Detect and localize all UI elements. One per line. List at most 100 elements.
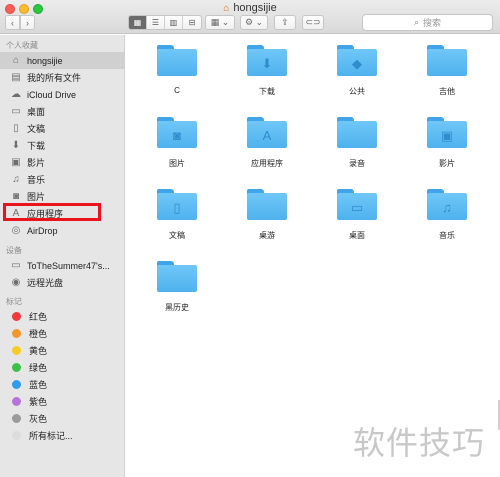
search-icon: ⌕ <box>413 17 420 27</box>
sidebar-item-label: 所有标记... <box>29 431 73 441</box>
tag-color-dot-icon <box>12 329 21 338</box>
folder-item[interactable]: ▣ 影片 <box>406 117 488 169</box>
search-input[interactable]: ⌕ 搜索 <box>362 14 493 31</box>
action-button[interactable]: ⚙ ⌄ <box>240 15 268 30</box>
folder-item[interactable]: 录音 <box>316 117 398 169</box>
folder-item[interactable]: ▯ 文稿 <box>136 189 218 241</box>
folder-icon: ⬇ <box>247 45 287 76</box>
folder-badge-icon: ⬇ <box>261 55 273 71</box>
sidebar-item-0-favorites[interactable]: ⌂ hongsijie <box>0 52 124 69</box>
camera-icon: ◙ <box>12 191 20 202</box>
folder-icon: ◆ <box>337 45 377 76</box>
coverflow-view-button[interactable]: ⊟ <box>183 16 201 29</box>
folder-name: 公共 <box>349 87 365 96</box>
cloud-icon: ☁ <box>11 89 21 100</box>
movies-icon: ▣ <box>11 157 21 168</box>
sidebar-item-label: iCloud Drive <box>27 89 77 100</box>
window-title: ⌂ hongsijie <box>0 2 500 14</box>
sidebar-tag-5[interactable]: 紫色 <box>0 393 124 410</box>
tag-color-dot-icon <box>12 380 21 389</box>
folder-badge-icon: ▯ <box>173 199 181 215</box>
forward-button[interactable]: › <box>20 15 35 30</box>
sidebar-item-2-favorites[interactable]: ☁ iCloud Drive <box>0 86 124 103</box>
search-placeholder: 搜索 <box>423 18 442 28</box>
gear-icon: ⚙ ⌄ <box>244 17 264 27</box>
back-button[interactable]: ‹ <box>5 15 20 30</box>
folder-name: 吉他 <box>439 87 455 96</box>
all-files-icon: ▤ <box>11 72 21 83</box>
folder-name: 黑历史 <box>165 303 189 312</box>
toolbar: ⌂ hongsijie ‹ › ▦ ☰ ▥ ⊟ ▦ ⌄ ⚙ ⌄ ⇪ ⊂⊃ ⌕ 搜索 <box>0 0 500 34</box>
folder-item[interactable]: ◙ 图片 <box>136 117 218 169</box>
tag-color-dot-icon <box>12 431 21 440</box>
home-icon: ⌂ <box>12 55 20 66</box>
favorites-header: 个人收藏 <box>6 41 38 50</box>
folder-badge-icon <box>157 51 197 76</box>
folder-item[interactable]: ⬇ 下载 <box>226 45 308 97</box>
sidebar-tag-2[interactable]: 黄色 <box>0 342 124 359</box>
sidebar-tag-1[interactable]: 橙色 <box>0 325 124 342</box>
sidebar-tag-3[interactable]: 绿色 <box>0 359 124 376</box>
folder-badge-icon: A <box>262 128 272 143</box>
arrange-icon: ▦ ⌄ <box>210 17 230 27</box>
finder-window: ⌂ hongsijie ‹ › ▦ ☰ ▥ ⊟ ▦ ⌄ ⚙ ⌄ ⇪ ⊂⊃ ⌕ 搜索 … <box>0 0 500 477</box>
icon-view-button[interactable]: ▦ <box>129 16 147 29</box>
sidebar-item-4-favorites[interactable]: ▯ 文稿 <box>0 120 124 137</box>
folder-badge-icon: ♫ <box>442 200 452 215</box>
folder-name: 桌面 <box>349 231 365 240</box>
sidebar-item-3-favorites[interactable]: ▭ 桌面 <box>0 103 124 120</box>
folder-item[interactable]: C <box>136 45 218 95</box>
folder-icon: ▣ <box>427 117 467 148</box>
sidebar-item-5-favorites[interactable]: ⬇ 下载 <box>0 137 124 154</box>
folder-item[interactable]: ▭ 桌面 <box>316 189 398 241</box>
sidebar-item-0-devices[interactable]: ▭ ToTheSummer47's... <box>0 257 124 274</box>
sidebar-item-label: 远程光盘 <box>27 278 64 288</box>
music-icon: ♫ <box>12 174 20 185</box>
arrange-button[interactable]: ▦ ⌄ <box>205 15 235 30</box>
folder-badge-icon: ▭ <box>350 199 364 215</box>
share-button[interactable]: ⇪ <box>274 15 296 30</box>
sidebar-item-label: 黄色 <box>29 346 48 356</box>
folder-item[interactable]: ♫ 音乐 <box>406 189 488 241</box>
folder-item[interactable]: 吉他 <box>406 45 488 97</box>
sidebar-tag-6[interactable]: 灰色 <box>0 410 124 427</box>
folder-name: 图片 <box>169 159 185 168</box>
sidebar-item-6-favorites[interactable]: ▣ 影片 <box>0 154 124 171</box>
folder-icon <box>427 45 467 76</box>
folder-badge-icon: ▣ <box>440 127 454 143</box>
sidebar-item-7-favorites[interactable]: ♫ 音乐 <box>0 171 124 188</box>
sidebar-tag-7[interactable]: 所有标记... <box>0 427 124 444</box>
tags-header: 标记 <box>6 297 22 306</box>
download-icon: ⬇ <box>11 140 21 151</box>
folder-item[interactable]: A 应用程序 <box>226 117 308 169</box>
sidebar-item-label: 紫色 <box>29 397 48 407</box>
sidebar-item-1-favorites[interactable]: ▤ 我的所有文件 <box>0 69 124 86</box>
list-view-button[interactable]: ☰ <box>147 16 165 29</box>
tag-color-dot-icon <box>12 346 21 355</box>
edit-tags-button[interactable]: ⊂⊃ <box>302 15 324 30</box>
folder-item[interactable]: 桌游 <box>226 189 308 241</box>
sidebar-item-label: 绿色 <box>29 363 48 373</box>
devices-header: 设备 <box>6 246 22 255</box>
folder-item[interactable]: 黑历史 <box>136 261 218 313</box>
tag-color-dot-icon <box>12 363 21 372</box>
sidebar-item-label: 影片 <box>27 158 46 168</box>
sidebar-item-label: 红色 <box>29 312 48 322</box>
folder-item[interactable]: ◆ 公共 <box>316 45 398 97</box>
column-view-button[interactable]: ▥ <box>165 16 183 29</box>
sidebar-item-label: 下载 <box>27 141 46 151</box>
folder-badge-icon: ◆ <box>352 55 362 71</box>
sidebar-tag-0[interactable]: 红色 <box>0 308 124 325</box>
sidebar-item-label: 文稿 <box>27 124 46 134</box>
folder-badge-icon <box>247 195 287 220</box>
sidebar-item-1-devices[interactable]: ◉ 远程光盘 <box>0 274 124 291</box>
sidebar-item-10-favorites[interactable]: ◎ AirDrop <box>0 222 124 239</box>
file-grid: C ⬇ 下载 ◆ 公共 吉他 ◙ 图片 A 应用程序 录音 ▣ 影片 ▯ 文稿 桌游 ▭ 桌面 ♫ 音乐黑历史 <box>126 35 500 477</box>
sidebar-tag-4[interactable]: 蓝色 <box>0 376 124 393</box>
folder-name: 下载 <box>259 87 275 96</box>
sidebar-item-label: 蓝色 <box>29 380 48 390</box>
sidebar-item-label: AirDrop <box>27 225 58 236</box>
folder-badge-icon: ◙ <box>173 128 181 143</box>
watermark: 软件技巧 <box>353 424 486 462</box>
folder-icon <box>157 261 197 292</box>
